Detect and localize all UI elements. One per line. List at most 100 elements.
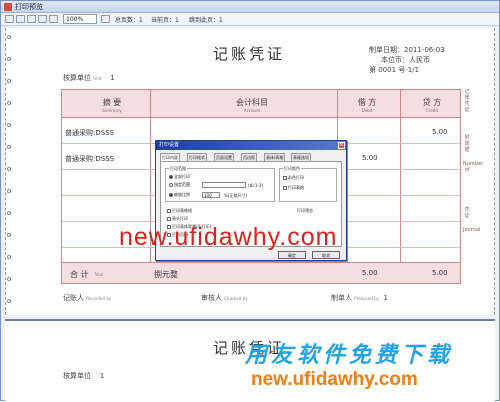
header-account-en: Account [243, 108, 261, 113]
checked-label: 审核人 [201, 294, 222, 302]
made-label: 制单人 [331, 294, 352, 302]
side-label: 凭证 [464, 207, 470, 219]
row-credit: 5.00 [432, 128, 448, 136]
header-credit: 贷 方 [422, 98, 442, 107]
total-sub: Total [94, 272, 104, 277]
exit-icon[interactable] [101, 15, 110, 23]
voucher-currency: 本位币：人民币 [381, 56, 430, 64]
page-count: 总页数：1 [115, 17, 143, 24]
opt-grid[interactable]: 打印表格 [283, 185, 304, 191]
current-page: 当前页：1 [151, 17, 179, 24]
opt-all-label: 全部打印 [174, 174, 190, 179]
signature-booked: 记账人 Recorded by [63, 293, 111, 303]
opt-range[interactable]: 指定范围 [169, 182, 190, 188]
total-row: 合 计 Total 捌元整 5.00 5.00 [62, 262, 460, 283]
print-preview-window: 打印预览 100% 总页数：1 当前页：1 跳到此页：1 记账凭证 制单日期：2… [0, 0, 500, 402]
booked-label: 记账人 [63, 294, 84, 302]
watermark-url-2: new.ufidawhy.com [251, 369, 418, 390]
range-input[interactable] [202, 182, 246, 188]
radio-on-icon [169, 175, 173, 179]
side-label: 附单据 [464, 135, 470, 153]
jump-page[interactable]: 跳到此页：1 [189, 15, 223, 24]
first-page-icon[interactable] [16, 15, 25, 23]
dialog-title: 打印设置 [156, 141, 346, 150]
opt-scale[interactable]: 缩放比例 [169, 192, 190, 198]
header-credit-en: Credit [425, 108, 439, 113]
radio-on-icon [169, 193, 173, 197]
watermark-url: new.ufidawhy.com [119, 223, 338, 251]
scale-input[interactable]: 100 [202, 192, 220, 198]
radio-off-icon [169, 183, 173, 187]
tab-page[interactable]: 页面设置 [214, 153, 234, 161]
voucher-number: 第 0001 号-1/1 [369, 66, 420, 74]
side-label: 记账凭证 [464, 89, 470, 113]
opt-scale-label: 缩放比例 [174, 192, 190, 197]
tab-format[interactable]: 打印格式 [187, 153, 207, 161]
org-label: 核算单位 [63, 74, 91, 82]
cancel-button[interactable]: 取消 [312, 251, 340, 259]
checkbox-icon [283, 186, 287, 190]
toolbar: 100% 总页数：1 当前页：1 跳到此页：1 [1, 13, 499, 26]
signature-checked: 审核人 Checked by [201, 293, 248, 303]
color-group: 打印颜色 彩色打印 打印表格 [279, 166, 337, 202]
tab-footer[interactable]: 表尾选项 [291, 153, 311, 161]
total-words: 捌元整 [154, 270, 178, 279]
header-account: 会计科目 [236, 98, 268, 107]
checked-sub: Checked by [224, 296, 248, 301]
check-2[interactable]: 表头打印 [167, 216, 188, 222]
tab-content[interactable]: 打印内容 [160, 153, 180, 161]
header-debit-en: Debit [361, 108, 373, 113]
range-group: 打印范围 全部打印 指定范围 (如:1-3) 缩放比例 100 %(正常尺寸) [165, 166, 275, 202]
org-value: 1 [110, 74, 115, 82]
side-label: Journal [463, 227, 480, 233]
side-labels: 记账凭证 附单据 Number of 凭证 Journal [463, 89, 483, 233]
watermark-slogan: 用友软件免费下载 [245, 342, 454, 367]
scale-unit: %(正常尺寸) [224, 193, 247, 198]
org-value-2: 1 [99, 372, 105, 380]
total-debit: 5.00 [362, 269, 378, 277]
header-summary: 摘 要 [102, 98, 122, 107]
org-line: 核算单位 Unit 1 [63, 73, 115, 83]
tab-margin[interactable]: 页边距 [241, 153, 257, 161]
row-summary: 普通采购:DSSS [65, 155, 115, 163]
title-bar: 打印预览 [1, 1, 499, 13]
print-icon[interactable] [5, 15, 14, 23]
opt-range-label: 指定范围 [174, 182, 190, 187]
close-icon[interactable]: × [338, 142, 345, 149]
voucher-date: 制单日期：2011-06-03 [369, 46, 445, 54]
check-1-label: 打印表格线 [172, 208, 192, 213]
app-icon [4, 3, 12, 11]
voucher-title: 记账凭证 [213, 45, 286, 63]
preview-label: 打印预览 [297, 208, 313, 213]
next-page-icon[interactable] [38, 15, 47, 23]
opt-all[interactable]: 全部打印 [169, 174, 190, 180]
checkbox-icon [167, 209, 171, 213]
row-debit: 5.00 [362, 154, 378, 162]
checkbox-icon [167, 217, 171, 221]
org-line-2: 核算单位 1 [63, 371, 104, 381]
color-group-label: 打印颜色 [283, 166, 301, 172]
prev-page-icon[interactable] [27, 15, 36, 23]
opt-grid-label: 打印表格 [288, 185, 304, 190]
opt-color-label: 彩色打印 [288, 175, 304, 180]
side-label: Number of [463, 161, 483, 173]
made-sub: Produced by [354, 296, 380, 301]
signature-made: 制单人 Produced by 1 [331, 293, 388, 303]
org-label-2: 核算单位 [63, 372, 91, 380]
check-1[interactable]: 打印表格线 [167, 208, 192, 214]
total-credit: 5.00 [432, 269, 448, 277]
tab-body[interactable]: 表体/表格 [264, 153, 286, 161]
total-label: 合 计 [70, 270, 89, 279]
range-group-label: 打印范围 [169, 166, 187, 172]
ok-button[interactable]: 确定 [278, 251, 306, 259]
window-title: 打印预览 [15, 3, 43, 11]
check-2-label: 表头打印 [172, 216, 188, 221]
opt-color[interactable]: 彩色打印 [283, 175, 304, 181]
last-page-icon[interactable] [49, 15, 58, 23]
zoom-select[interactable]: 100% [63, 14, 97, 24]
header-summary-en: Summary [102, 108, 122, 113]
row-summary: 普通采购:DSSS [65, 129, 115, 137]
org-sub: Unit [93, 76, 102, 81]
checkbox-icon [283, 176, 287, 180]
range-unit: (如:1-3) [248, 183, 264, 188]
